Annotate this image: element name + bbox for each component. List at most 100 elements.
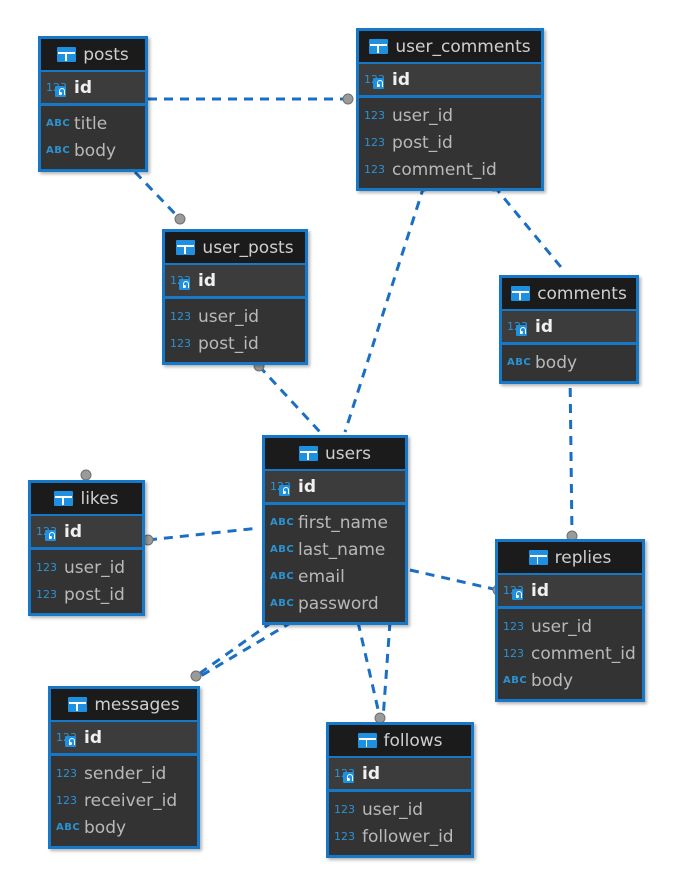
column-row[interactable]: 123 user_id — [165, 303, 305, 330]
column-label: password — [298, 593, 379, 614]
table-header[interactable]: user_posts — [165, 232, 305, 265]
column-row[interactable]: ABC body — [51, 814, 197, 841]
table-node-replies[interactable]: replies 123 id 123 user_id 123 comment_id ABC bo… — [495, 539, 645, 702]
column-row[interactable]: ABC body — [498, 667, 642, 694]
table-node-user_posts[interactable]: user_posts 123 id 123 user_id 123 post_id — [162, 229, 308, 365]
table-node-users[interactable]: users 123 id ABC first_name ABC last_name ABC em… — [262, 435, 408, 625]
column-label: body — [535, 352, 578, 373]
primary-key-row[interactable]: 123 id — [41, 72, 145, 106]
relationship-line — [198, 620, 293, 679]
table-node-posts[interactable]: posts 123 id ABC title ABC body — [38, 36, 148, 172]
table-header[interactable]: user_comments — [359, 31, 541, 64]
relationship-line — [492, 185, 567, 273]
column-row[interactable]: 123 receiver_id — [51, 787, 197, 814]
primary-key-row[interactable]: 123 id — [165, 265, 305, 299]
primary-key-label: id — [198, 270, 216, 291]
primary-key-label: id — [64, 521, 82, 542]
primary-key-row[interactable]: 123 id — [265, 471, 405, 505]
table-name: posts — [83, 44, 129, 65]
table-header[interactable]: messages — [51, 689, 197, 722]
primary-key-icon: 123 — [364, 71, 388, 89]
column-row[interactable]: ABC email — [265, 563, 405, 590]
primary-key-icon: 123 — [270, 478, 294, 496]
column-row[interactable]: ABC last_name — [265, 536, 405, 563]
primary-key-row[interactable]: 123 id — [359, 64, 541, 98]
table-icon — [357, 733, 377, 748]
primary-key-label: id — [392, 69, 410, 90]
primary-key-row[interactable]: 123 id — [51, 722, 197, 756]
column-label: sender_id — [84, 763, 167, 784]
primary-key-label: id — [74, 77, 92, 98]
table-icon — [369, 39, 389, 54]
column-list: 123 user_id 123 post_id — [31, 550, 142, 613]
table-node-messages[interactable]: messages 123 id 123 sender_id 123 receiver_id A… — [48, 686, 200, 849]
column-row[interactable]: 123 sender_id — [51, 760, 197, 787]
primary-key-icon: 123 — [507, 318, 531, 336]
column-row[interactable]: 123 user_id — [329, 796, 471, 823]
number-type-icon: 123 — [56, 766, 77, 780]
number-type-icon: 123 — [56, 793, 77, 807]
primary-key-icon: 123 — [334, 765, 358, 783]
relationship-connector[interactable] — [342, 93, 354, 105]
number-type-icon: 123 — [334, 802, 355, 816]
primary-key-label: id — [298, 476, 316, 497]
primary-key-row[interactable]: 123 id — [502, 311, 636, 345]
primary-key-icon: 123 — [36, 523, 60, 541]
table-name: replies — [554, 547, 612, 568]
column-row[interactable]: ABC password — [265, 590, 405, 617]
column-label: body — [84, 817, 127, 838]
column-label: user_id — [531, 616, 593, 637]
column-row[interactable]: 123 user_id — [31, 554, 142, 581]
column-row[interactable]: ABC body — [502, 349, 636, 376]
column-row[interactable]: 123 follower_id — [329, 823, 471, 850]
table-header[interactable]: likes — [31, 483, 142, 516]
number-type-icon: 123 — [503, 646, 524, 660]
column-label: user_id — [198, 306, 260, 327]
table-name: user_posts — [202, 237, 294, 258]
relationship-connector[interactable] — [80, 469, 92, 481]
table-node-follows[interactable]: follows 123 id 123 user_id 123 follower_id — [326, 722, 474, 858]
table-name: user_comments — [395, 36, 531, 57]
table-header[interactable]: follows — [329, 725, 471, 758]
column-row[interactable]: ABC body — [41, 137, 145, 164]
table-header[interactable]: posts — [41, 39, 145, 72]
number-type-icon: 123 — [170, 336, 191, 350]
table-header[interactable]: users — [265, 438, 405, 471]
primary-key-row[interactable]: 123 id — [329, 758, 471, 792]
column-label: user_id — [362, 799, 424, 820]
column-label: first_name — [298, 512, 388, 533]
column-row[interactable]: ABC first_name — [265, 509, 405, 536]
column-list: 123 sender_id 123 receiver_id ABC body — [51, 756, 197, 846]
relationship-connector[interactable] — [190, 670, 202, 682]
column-row[interactable]: 123 comment_id — [498, 640, 642, 667]
relationship-line — [257, 364, 322, 434]
abc-type-icon: ABC — [46, 144, 71, 156]
primary-key-row[interactable]: 123 id — [31, 516, 142, 550]
table-header[interactable]: comments — [502, 278, 636, 311]
abc-type-icon: ABC — [270, 597, 295, 609]
column-label: email — [298, 566, 345, 587]
column-row[interactable]: 123 post_id — [359, 129, 541, 156]
table-node-likes[interactable]: likes 123 id 123 user_id 123 post_id — [28, 480, 145, 616]
number-type-icon: 123 — [36, 560, 57, 574]
table-node-user_comments[interactable]: user_comments 123 id 123 user_id 123 post_id 12… — [356, 28, 544, 191]
column-label: comment_id — [392, 159, 497, 180]
number-type-icon: 123 — [36, 587, 57, 601]
abc-type-icon: ABC — [46, 117, 71, 129]
column-row[interactable]: 123 comment_id — [359, 156, 541, 183]
column-row[interactable]: 123 post_id — [165, 330, 305, 357]
column-list: 123 user_id 123 post_id — [165, 299, 305, 362]
column-row[interactable]: ABC title — [41, 110, 145, 137]
column-label: user_id — [64, 557, 126, 578]
primary-key-row[interactable]: 123 id — [498, 575, 642, 609]
column-label: receiver_id — [84, 790, 178, 811]
column-row[interactable]: 123 user_id — [359, 102, 541, 129]
column-row[interactable]: 123 post_id — [31, 581, 142, 608]
column-label: follower_id — [362, 826, 454, 847]
column-label: comment_id — [531, 643, 636, 664]
table-header[interactable]: replies — [498, 542, 642, 575]
relationship-line — [343, 185, 426, 433]
column-row[interactable]: 123 user_id — [498, 613, 642, 640]
relationship-connector[interactable] — [174, 213, 186, 225]
table-node-comments[interactable]: comments 123 id ABC body — [499, 275, 639, 384]
